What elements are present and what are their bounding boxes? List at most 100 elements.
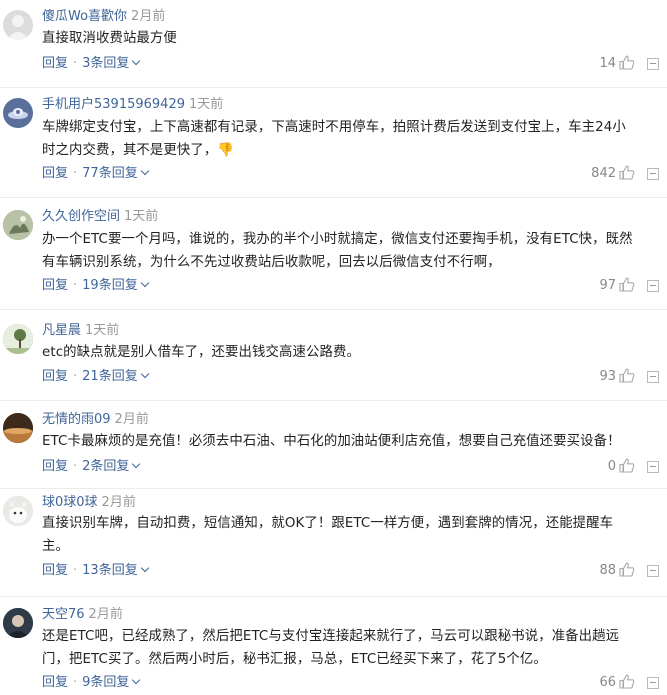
more-options-icon[interactable] xyxy=(647,168,659,180)
thumb-up-icon[interactable] xyxy=(619,674,635,695)
divider xyxy=(0,488,667,489)
separator: · xyxy=(73,459,78,474)
like-count: 0 xyxy=(607,459,616,474)
reply-button[interactable]: 回复 xyxy=(42,166,68,181)
replies-count: 9条回复 xyxy=(82,675,130,690)
view-replies-button[interactable]: 77条回复 xyxy=(82,166,149,181)
comment-time: 2月前 xyxy=(88,607,123,622)
username[interactable]: 手机用户53915969429 xyxy=(42,97,185,112)
reply-button[interactable]: 回复 xyxy=(42,563,68,578)
separator: · xyxy=(73,56,78,71)
divider xyxy=(0,87,667,88)
chevron-down-icon xyxy=(140,166,149,176)
avatar[interactable] xyxy=(3,210,33,240)
separator: · xyxy=(73,369,78,384)
comment-text: etc的缺点就是别人借车了，还要出钱交高速公路费。 xyxy=(42,342,648,365)
like-count: 842 xyxy=(591,166,616,181)
comment-text: 车牌绑定支付宝，上下高速都有记录，下高速时不用停车，拍照计费后发送到支付宝上，车… xyxy=(42,117,648,162)
chevron-down-icon xyxy=(140,563,149,573)
avatar[interactable] xyxy=(3,413,33,443)
avatar[interactable] xyxy=(3,98,33,128)
comment-text-line: 时之内交费，其不是更快了，👎 xyxy=(42,142,235,158)
like-count: 93 xyxy=(599,369,616,384)
comment-text-line: ETC卡最麻烦的是充值！必须去中石油、中石化的加油站便利店充值，想要自己充值还要… xyxy=(42,434,621,449)
avatar[interactable] xyxy=(3,496,33,526)
view-replies-button[interactable]: 21条回复 xyxy=(82,369,149,384)
username[interactable]: 凡星晨 xyxy=(42,323,81,338)
like-count: 14 xyxy=(599,56,616,71)
comment-text: 还是ETC吧，已经成熟了，然后把ETC与支付宝连接起来就行了，马云可以跟秘书说，… xyxy=(42,626,648,671)
more-options-icon[interactable] xyxy=(647,461,659,473)
more-options-icon[interactable] xyxy=(647,565,659,577)
comment-text-line: 有车辆识别系统，为什么不先过收费站后收款呢，回去以后微信支付不行啊， xyxy=(42,254,501,270)
view-replies-button[interactable]: 13条回复 xyxy=(82,563,149,578)
thumb-up-icon[interactable] xyxy=(619,55,635,76)
chevron-down-icon xyxy=(140,369,149,379)
thumb-up-icon[interactable] xyxy=(619,562,635,583)
separator: · xyxy=(73,278,78,293)
more-options-icon[interactable] xyxy=(647,371,659,383)
replies-count: 77条回复 xyxy=(82,166,138,181)
comment-text-line: 车牌绑定支付宝，上下高速都有记录，下高速时不用停车，拍照计费后发送到支付宝上，车… xyxy=(42,120,626,135)
username[interactable]: 久久创作空间 xyxy=(42,209,120,224)
replies-count: 19条回复 xyxy=(82,278,138,293)
divider xyxy=(0,309,667,310)
thumb-up-icon[interactable] xyxy=(619,458,635,479)
comment-text: 办一个ETC要一个月吗，谁说的，我办的半个小时就搞定，微信支付还要掏手机，没有E… xyxy=(42,229,648,274)
chevron-down-icon xyxy=(140,278,149,288)
replies-count: 2条回复 xyxy=(82,459,130,474)
view-replies-button[interactable]: 9条回复 xyxy=(82,675,141,690)
comment-time: 2月前 xyxy=(114,412,149,427)
replies-count: 21条回复 xyxy=(82,369,138,384)
reply-button[interactable]: 回复 xyxy=(42,675,68,690)
comment-text: ETC卡最麻烦的是充值！必须去中石油、中石化的加油站便利店充值，想要自己充值还要… xyxy=(42,431,648,454)
thumb-up-icon[interactable] xyxy=(619,277,635,298)
comment-text-line: 办一个ETC要一个月吗，谁说的，我办的半个小时就搞定，微信支付还要掏手机，没有E… xyxy=(42,232,633,247)
separator: · xyxy=(73,675,78,690)
more-options-icon[interactable] xyxy=(647,677,659,689)
avatar[interactable] xyxy=(3,608,33,638)
replies-count: 13条回复 xyxy=(82,563,138,578)
comment-time: 1天前 xyxy=(188,97,224,112)
like-count: 88 xyxy=(599,563,616,578)
chevron-down-icon xyxy=(132,459,141,469)
view-replies-button[interactable]: 2条回复 xyxy=(82,459,141,474)
reply-button[interactable]: 回复 xyxy=(42,369,68,384)
comment-text: 直接取消收费站最方便 xyxy=(42,28,648,51)
comment-time: 2月前 xyxy=(131,9,166,24)
comment-text: 直接识别车牌，自动扣费，短信通知，就OK了！跟ETC一样方便，遇到套牌的情况，还… xyxy=(42,513,648,558)
comment-time: 1天前 xyxy=(85,323,120,338)
more-options-icon[interactable] xyxy=(647,58,659,70)
thumb-up-icon[interactable] xyxy=(619,368,635,389)
username[interactable]: 傻瓜Wo喜歡你 xyxy=(42,9,127,24)
avatar[interactable] xyxy=(3,10,33,40)
chevron-down-icon xyxy=(132,56,141,66)
reply-button[interactable]: 回复 xyxy=(42,459,68,474)
reply-button[interactable]: 回复 xyxy=(42,278,68,293)
comment-text-line: 主。 xyxy=(42,538,69,554)
username[interactable]: 无情的雨09 xyxy=(42,412,111,427)
separator: · xyxy=(73,166,78,181)
divider xyxy=(0,596,667,597)
comment-time: 2月前 xyxy=(101,495,136,510)
comment-text-line: 直接取消收费站最方便 xyxy=(42,31,177,46)
comment-text-line: etc的缺点就是别人借车了，还要出钱交高速公路费。 xyxy=(42,345,360,360)
comment-text-line: 直接识别车牌，自动扣费，短信通知，就OK了！跟ETC一样方便，遇到套牌的情况，还… xyxy=(42,516,614,531)
replies-count: 3条回复 xyxy=(82,56,130,71)
username[interactable]: 天空76 xyxy=(42,607,85,622)
comment-time: 1天前 xyxy=(124,209,159,224)
like-count: 97 xyxy=(599,278,616,293)
view-replies-button[interactable]: 19条回复 xyxy=(82,278,149,293)
like-count: 66 xyxy=(599,675,616,690)
username[interactable]: 球0球0球 xyxy=(42,495,98,510)
reply-button[interactable]: 回复 xyxy=(42,56,68,71)
thumb-up-icon[interactable] xyxy=(619,165,635,186)
more-options-icon[interactable] xyxy=(647,280,659,292)
view-replies-button[interactable]: 3条回复 xyxy=(82,56,141,71)
comment-text-line: 门，把ETC买了。然后两小时后，秘书汇报，马总，ETC已经买下来了，花了5个亿。 xyxy=(42,651,547,667)
avatar[interactable] xyxy=(3,324,33,354)
chevron-down-icon xyxy=(132,675,141,685)
divider xyxy=(0,400,667,401)
separator: · xyxy=(73,563,78,578)
divider xyxy=(0,197,667,198)
